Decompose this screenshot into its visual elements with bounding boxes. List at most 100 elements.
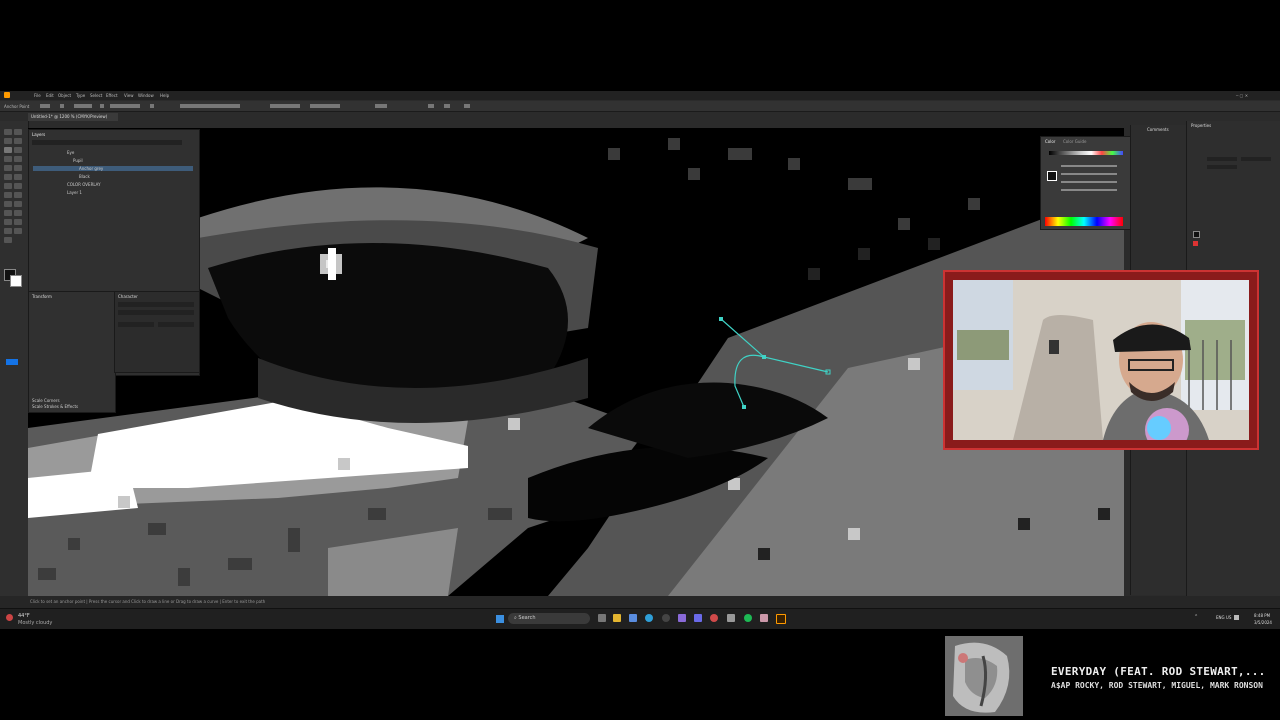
- weather-desc: Mostly cloudy: [18, 620, 53, 626]
- layers-panel-title[interactable]: Layers: [32, 132, 45, 137]
- store-icon[interactable]: [629, 614, 637, 622]
- hand-tool-icon[interactable]: [4, 228, 12, 234]
- app-icon[interactable]: [694, 614, 702, 622]
- properties-field[interactable]: [1207, 165, 1237, 169]
- color-slider[interactable]: [1061, 181, 1117, 183]
- window-controls[interactable]: ─ ▢ ✕: [1236, 93, 1248, 98]
- fill-stroke-icon[interactable]: [1047, 171, 1057, 181]
- zoom-tool-icon[interactable]: [14, 228, 22, 234]
- menu-edit[interactable]: Edit: [46, 93, 54, 98]
- menu-object[interactable]: Object: [58, 93, 71, 98]
- artboard-tool-icon[interactable]: [4, 219, 12, 225]
- rotate-tool-icon[interactable]: [4, 183, 12, 189]
- illustrator-icon[interactable]: [776, 614, 786, 624]
- clock-time[interactable]: 8:48 PM: [1254, 613, 1270, 618]
- font-style-field[interactable]: [118, 310, 194, 315]
- edge-icon[interactable]: [645, 614, 653, 622]
- pen-tool-icon[interactable]: [4, 147, 12, 153]
- swatch-row[interactable]: [1049, 151, 1123, 155]
- scale-strokes-checkbox[interactable]: Scale Strokes & Effects: [32, 404, 78, 409]
- color-slider[interactable]: [1061, 165, 1117, 167]
- color-slider[interactable]: [1061, 173, 1117, 175]
- comments-tab[interactable]: Comments: [1147, 127, 1169, 132]
- system-tray-chevron-icon[interactable]: ⌃: [1194, 614, 1198, 620]
- eraser-tool-icon[interactable]: [14, 174, 22, 180]
- selection-tool-icon[interactable]: [4, 129, 12, 135]
- draw-mode-icon[interactable]: [4, 237, 12, 243]
- layer-row[interactable]: Eye: [33, 150, 193, 155]
- status-bar: Click to set an anchor point | Press the…: [0, 596, 1280, 608]
- layer-row[interactable]: COLOR OVERLAY: [33, 182, 193, 187]
- scale-tool-icon[interactable]: [14, 183, 22, 189]
- menu-view[interactable]: View: [124, 93, 134, 98]
- layer-row[interactable]: Layer 1: [33, 190, 193, 195]
- magic-wand-tool-icon[interactable]: [4, 138, 12, 144]
- menu-window[interactable]: Window: [138, 93, 154, 98]
- free-transform-tool-icon[interactable]: [14, 192, 22, 198]
- layer-row-selected[interactable]: Anchor grey: [33, 166, 193, 171]
- screen-mode-button[interactable]: [6, 359, 18, 365]
- line-tool-icon[interactable]: [14, 156, 22, 162]
- weather-temp: 44°F: [18, 613, 30, 619]
- webcam-feed: [953, 280, 1249, 440]
- pencil-tool-icon[interactable]: [4, 174, 12, 180]
- layer-row[interactable]: Black: [33, 174, 193, 179]
- color-tab[interactable]: Color: [1045, 139, 1055, 144]
- control-bar-icons[interactable]: [40, 103, 480, 109]
- properties-tab[interactable]: Properties: [1191, 123, 1211, 128]
- start-button-icon[interactable]: [496, 615, 504, 623]
- menu-type[interactable]: Type: [76, 93, 85, 98]
- rectangle-tool-icon[interactable]: [4, 165, 12, 171]
- direct-selection-tool-icon[interactable]: [14, 129, 22, 135]
- language-indicator[interactable]: ENG US: [1216, 615, 1231, 620]
- search-placeholder: Search: [518, 615, 536, 621]
- layers-search[interactable]: [32, 140, 182, 145]
- obs-icon[interactable]: [662, 614, 670, 622]
- gradient-tool-icon[interactable]: [14, 201, 22, 207]
- blend-tool-icon[interactable]: [14, 210, 22, 216]
- color-spectrum[interactable]: [1045, 217, 1123, 226]
- menu-effect[interactable]: Effect: [106, 93, 118, 98]
- font-size-field[interactable]: [118, 322, 154, 327]
- task-view-icon[interactable]: [598, 614, 606, 622]
- transform-panel: Transform Scale Corners Scale Strokes & …: [28, 291, 116, 413]
- lasso-tool-icon[interactable]: [14, 138, 22, 144]
- font-field[interactable]: [118, 302, 194, 307]
- app-icon[interactable]: [678, 614, 686, 622]
- leading-field[interactable]: [158, 322, 194, 327]
- shape-builder-tool-icon[interactable]: [4, 201, 12, 207]
- control-bar: Anchor Point: [0, 101, 1280, 112]
- taskbar-search[interactable]: ⌕ Search: [508, 613, 590, 624]
- weather-icon[interactable]: [6, 614, 13, 621]
- clock-date[interactable]: 3/5/2024: [1254, 620, 1272, 625]
- transform-panel-title[interactable]: Transform: [32, 294, 52, 299]
- app-icon[interactable]: [710, 614, 718, 622]
- layer-row[interactable]: Pupil: [33, 158, 193, 163]
- menu-help[interactable]: Help: [160, 93, 169, 98]
- properties-field[interactable]: [1207, 157, 1237, 161]
- control-tool-label: Anchor Point: [4, 104, 30, 109]
- eyedropper-tool-icon[interactable]: [4, 210, 12, 216]
- type-tool-icon[interactable]: [4, 156, 12, 162]
- character-panel-title[interactable]: Character: [118, 294, 138, 299]
- document-tab[interactable]: Untitled-1* @ 1200 % (CMYK/Preview): [28, 113, 118, 121]
- fill-icon[interactable]: [1193, 231, 1200, 238]
- slice-tool-icon[interactable]: [14, 219, 22, 225]
- app-icon[interactable]: [760, 614, 768, 622]
- stroke-icon[interactable]: [1193, 241, 1198, 246]
- app-icon[interactable]: [727, 614, 735, 622]
- menu-file[interactable]: File: [34, 93, 41, 98]
- scale-corners-checkbox[interactable]: Scale Corners: [32, 398, 60, 403]
- stroke-swatch[interactable]: [10, 275, 22, 287]
- width-tool-icon[interactable]: [4, 192, 12, 198]
- track-artist: A$AP ROCKY, ROD STEWART, MIGUEL, MARK RO…: [1051, 681, 1263, 690]
- network-icon[interactable]: [1234, 615, 1239, 620]
- properties-field[interactable]: [1241, 157, 1271, 161]
- paintbrush-tool-icon[interactable]: [14, 165, 22, 171]
- curvature-tool-icon[interactable]: [14, 147, 22, 153]
- menu-select[interactable]: Select: [90, 93, 102, 98]
- file-explorer-icon[interactable]: [613, 614, 621, 622]
- color-slider[interactable]: [1061, 189, 1117, 191]
- color-guide-tab[interactable]: Color Guide: [1063, 139, 1086, 144]
- spotify-icon[interactable]: [744, 614, 752, 622]
